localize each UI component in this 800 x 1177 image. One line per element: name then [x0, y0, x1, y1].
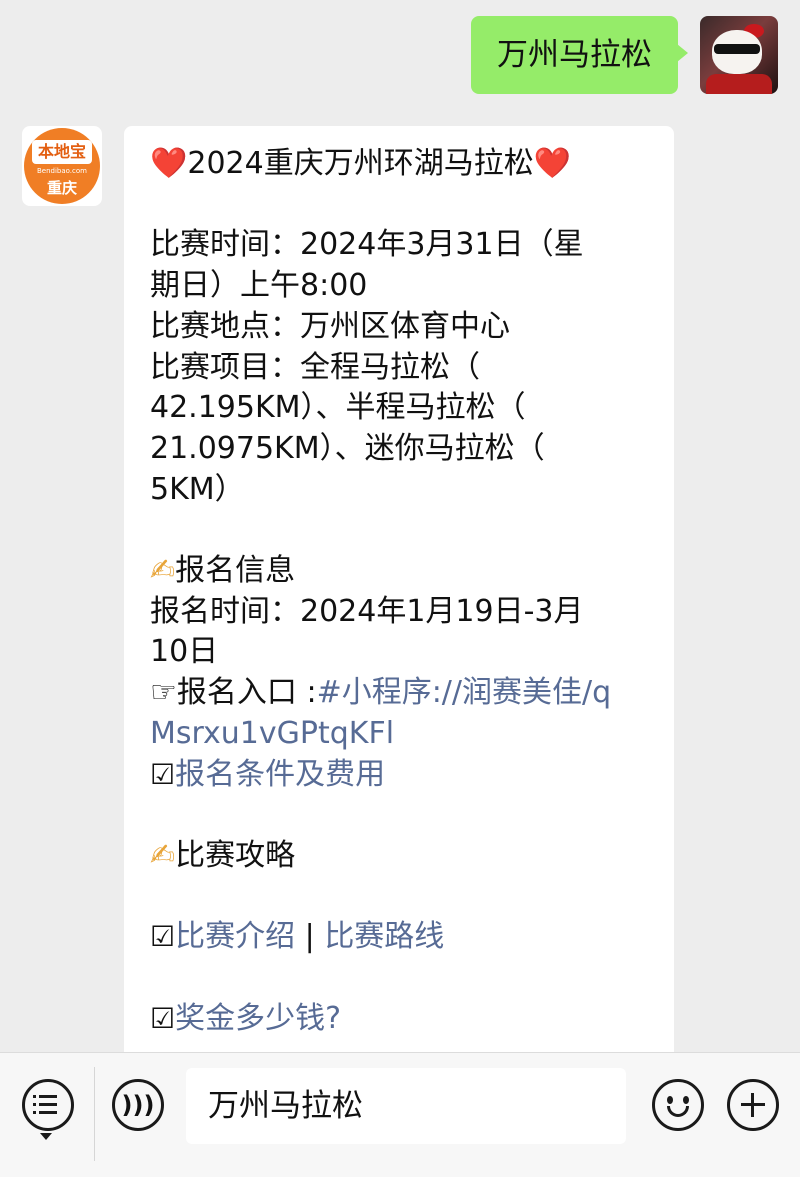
signup-entry-link[interactable]: #小程序://润赛美佳/q: [317, 675, 612, 710]
title-line: ❤️2024重庆万州环湖马拉松❤️: [150, 144, 650, 185]
bendibao-logo-icon: 本地宝 Bendibao.com 重庆: [24, 128, 100, 204]
outgoing-message-bubble[interactable]: 万州马拉松: [471, 16, 688, 94]
emoji-mouth: [667, 1106, 689, 1117]
outgoing-message-row: 万州马拉松: [471, 16, 778, 94]
signup-time-line1: 报名时间：2024年1月19日-3月: [150, 593, 584, 629]
check-box-icon: ☑: [150, 920, 176, 954]
heart-icon: ❤️: [533, 146, 572, 181]
check-box-icon: ☑: [150, 1001, 176, 1035]
prize-line: ☑奖金多少钱?: [150, 999, 650, 1040]
emoji-eye: [683, 1096, 689, 1104]
race-events-line4: 5KM）: [150, 471, 245, 507]
race-events-line2: 42.195KM）、半程马拉松（: [150, 390, 526, 426]
menu-bar: [39, 1103, 57, 1106]
menu-bar: [39, 1095, 57, 1098]
input-bar: ))): [0, 1052, 800, 1177]
avatar-glasses: [714, 44, 760, 54]
signup-entry-label: 报名入口 :: [176, 675, 317, 711]
guide-heading: 比赛攻略: [175, 837, 296, 873]
logo-subtext: Bendibao.com: [36, 167, 87, 175]
signup-entry-line: ☞报名入口 :#小程序://润赛美佳/q: [150, 673, 650, 714]
menu-bar: [39, 1111, 57, 1114]
voice-icon[interactable]: ))): [112, 1079, 164, 1131]
pointing-hand-icon: ☞: [150, 675, 177, 711]
check-box-icon: ☑: [150, 757, 176, 791]
writing-hand-icon: ✍: [150, 553, 176, 588]
prize-link[interactable]: 奖金多少钱?: [175, 1001, 341, 1036]
emoji-eye: [667, 1096, 673, 1104]
emoji-icon[interactable]: [652, 1079, 704, 1131]
signup-heading-line: ✍报名信息: [150, 551, 650, 592]
avatar-shirt: [706, 74, 772, 94]
signup-entry-link-cont[interactable]: Msrxu1vGPtqKFl: [150, 714, 650, 755]
menu-dot: [33, 1103, 36, 1106]
signup-time-line2: 10日: [150, 634, 219, 670]
race-events-line1: 比赛项目：全程马拉松（: [150, 349, 480, 385]
menu-dot: [33, 1111, 36, 1114]
menu-dot: [33, 1095, 36, 1098]
race-location: 比赛地点：万州区体育中心: [150, 308, 510, 344]
bot-avatar[interactable]: 本地宝 Bendibao.com 重庆: [22, 126, 102, 206]
incoming-message-row: 本地宝 Bendibao.com 重庆 ❤️2024重庆万州环湖马拉松❤️ 比赛…: [22, 126, 674, 1064]
race-time-line1: 比赛时间：2024年3月31日（星: [150, 227, 584, 263]
signup-heading: 报名信息: [175, 553, 296, 588]
title-text: 2024重庆万州环湖马拉松: [187, 146, 534, 181]
race-events-line3: 21.0975KM）、迷你马拉松（: [150, 430, 545, 466]
plus-icon[interactable]: [727, 1079, 779, 1131]
divider: [94, 1067, 95, 1161]
race-time-line2: 期日）上午8:00: [150, 268, 368, 304]
signup-conditions-line: ☑报名条件及费用: [150, 755, 650, 796]
signup-conditions-link[interactable]: 报名条件及费用: [175, 757, 385, 792]
logo-city: 重庆: [46, 179, 77, 197]
user-avatar[interactable]: [700, 16, 778, 94]
plus-vertical: [751, 1093, 754, 1117]
logo-text: 本地宝: [32, 140, 92, 164]
intro-route-line: ☑比赛介绍 | 比赛路线: [150, 917, 650, 958]
writing-hand-icon: ✍: [150, 837, 176, 873]
message-input[interactable]: [186, 1068, 626, 1144]
menu-caret-icon: [40, 1133, 52, 1140]
guide-heading-line: ✍比赛攻略: [150, 836, 650, 877]
intro-link[interactable]: 比赛介绍: [175, 919, 295, 954]
heart-icon: ❤️: [150, 146, 188, 181]
route-link[interactable]: 比赛路线: [324, 919, 444, 954]
incoming-message-bubble[interactable]: ❤️2024重庆万州环湖马拉松❤️ 比赛时间：2024年3月31日（星 期日）上…: [124, 126, 674, 1064]
link-separator: |: [304, 919, 315, 955]
menu-list-icon[interactable]: [22, 1079, 74, 1131]
